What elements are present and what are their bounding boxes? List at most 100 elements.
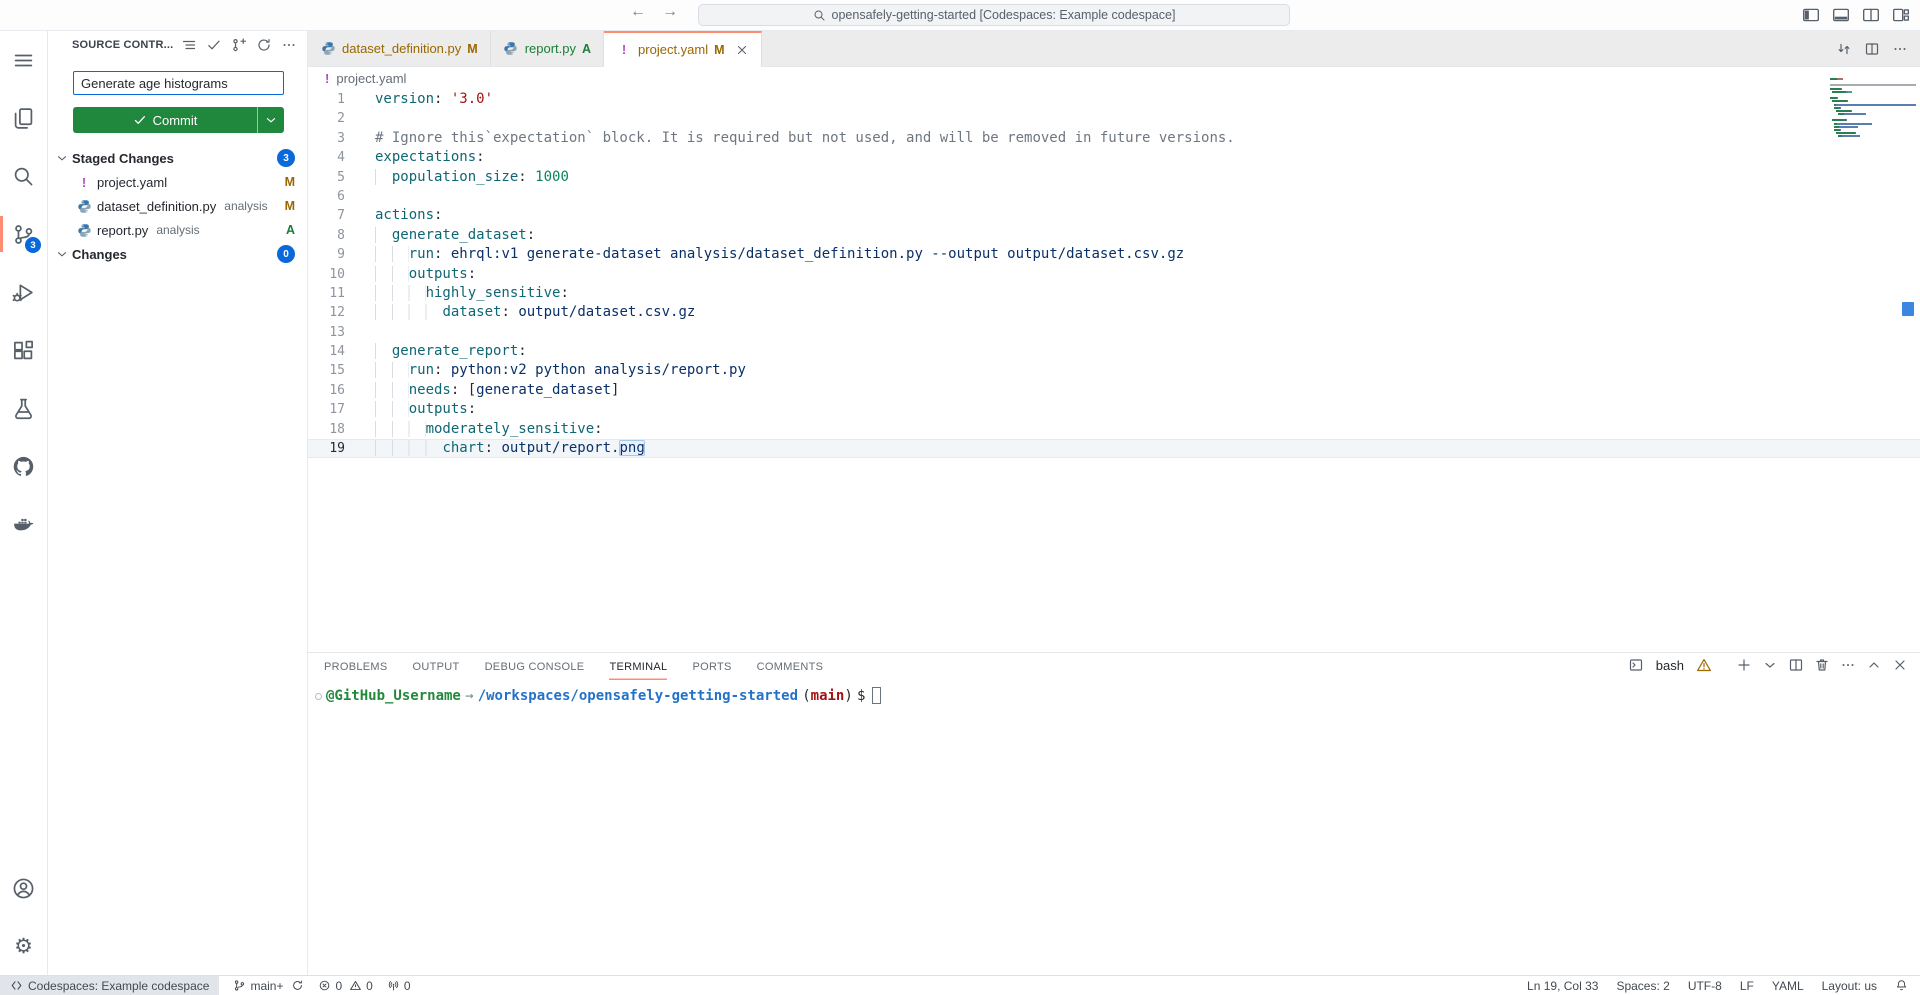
indentation[interactable]: Spaces: 2 bbox=[1616, 979, 1669, 993]
panel-tab-terminal[interactable]: TERMINAL bbox=[609, 653, 667, 680]
chevron-down-icon bbox=[264, 113, 278, 127]
encoding[interactable]: UTF-8 bbox=[1688, 979, 1722, 993]
terminal-path: /workspaces/opensafely-getting-started bbox=[478, 688, 798, 704]
close-panel-button[interactable] bbox=[1892, 657, 1908, 673]
error-count: 0 bbox=[335, 979, 342, 993]
activity-item-menu[interactable] bbox=[0, 31, 47, 89]
check-icon bbox=[133, 113, 147, 127]
editor-tab-report.py[interactable]: report.py A bbox=[491, 31, 604, 66]
git-status-letter: M bbox=[714, 43, 724, 57]
more-actions-icon bbox=[1840, 657, 1856, 673]
notifications-bell[interactable] bbox=[1895, 979, 1908, 992]
problems-status-item[interactable]: 0 0 bbox=[318, 979, 372, 993]
more-actions-button[interactable] bbox=[281, 37, 297, 53]
commit-button[interactable]: Commit bbox=[73, 107, 284, 133]
remote-indicator[interactable]: Codespaces: Example codespace bbox=[0, 976, 219, 995]
command-center-search[interactable]: opensafely-getting-started [Codespaces: … bbox=[698, 4, 1290, 26]
commit-message-input[interactable] bbox=[73, 71, 284, 95]
close-tab-button[interactable] bbox=[735, 43, 749, 57]
terminal[interactable]: @GitHub_Username→/workspaces/opensafely-… bbox=[308, 680, 1920, 704]
explorer-icon bbox=[12, 107, 35, 130]
commit-dropdown-button[interactable] bbox=[257, 107, 284, 133]
section-staged-changes[interactable]: Staged Changes 3 bbox=[48, 146, 307, 170]
maximize-panel-button[interactable] bbox=[1866, 657, 1882, 673]
cursor-position[interactable]: Ln 19, Col 33 bbox=[1527, 979, 1598, 993]
code-line-15: 15 run: python:v2 python analysis/report… bbox=[308, 361, 1920, 380]
close-panel-icon bbox=[1892, 657, 1908, 673]
menu-icon bbox=[12, 49, 35, 72]
create-branch-button[interactable] bbox=[231, 37, 247, 53]
activity-item-settings[interactable]: ⚙ bbox=[0, 917, 47, 975]
shell-label[interactable]: bash bbox=[1656, 658, 1684, 673]
more-actions-button[interactable] bbox=[1892, 41, 1908, 57]
line-number: 18 bbox=[308, 420, 375, 439]
changed-file-row[interactable]: report.py analysis A bbox=[48, 218, 307, 242]
panel-tab-debug-console[interactable]: DEBUG CONSOLE bbox=[485, 653, 585, 680]
toggle-secondary-sidebar-button[interactable] bbox=[1862, 6, 1880, 24]
editor-tab-project.yaml[interactable]: ! project.yaml M bbox=[604, 31, 762, 66]
code-line-10: 10 outputs: bbox=[308, 265, 1920, 284]
refresh-button[interactable] bbox=[256, 37, 272, 53]
docker-icon bbox=[12, 513, 35, 536]
keyboard-layout[interactable]: Layout: us bbox=[1822, 979, 1877, 993]
activity-item-testing[interactable] bbox=[0, 379, 47, 437]
split-editor-button[interactable] bbox=[1864, 41, 1880, 57]
activity-item-extensions[interactable] bbox=[0, 321, 47, 379]
minimap[interactable] bbox=[1830, 78, 1916, 139]
panel-tab-output[interactable]: OUTPUT bbox=[413, 653, 460, 680]
breadcrumb[interactable]: ! project.yaml bbox=[308, 67, 1920, 90]
shell-warning-icon[interactable] bbox=[1696, 657, 1712, 673]
warning-icon bbox=[349, 979, 362, 992]
code-line-18: 18 moderately_sensitive: bbox=[308, 420, 1920, 439]
toggle-panel-button[interactable] bbox=[1832, 6, 1850, 24]
code-line-6: 6 bbox=[308, 187, 1920, 206]
python-file-icon bbox=[321, 41, 336, 56]
commit-button[interactable] bbox=[206, 37, 222, 53]
kill-terminal-button[interactable] bbox=[1814, 657, 1830, 673]
code-line-17: 17 outputs: bbox=[308, 400, 1920, 419]
toggle-primary-sidebar-icon bbox=[1802, 6, 1820, 24]
panel-tab-ports[interactable]: PORTS bbox=[692, 653, 731, 680]
line-number: 3 bbox=[308, 129, 375, 148]
branch-status-item[interactable]: main+ bbox=[233, 979, 304, 993]
more-actions-button[interactable] bbox=[1840, 657, 1856, 673]
split-terminal-button[interactable] bbox=[1788, 657, 1804, 673]
activity-item-run-debug[interactable] bbox=[0, 263, 47, 321]
panel-tab-problems[interactable]: PROBLEMS bbox=[324, 653, 388, 680]
activity-item-explorer[interactable] bbox=[0, 89, 47, 147]
panel-tab-comments[interactable]: COMMENTS bbox=[757, 653, 824, 680]
new-terminal-button[interactable] bbox=[1736, 657, 1752, 673]
line-number: 10 bbox=[308, 265, 375, 284]
launch-profile-button[interactable] bbox=[1762, 657, 1778, 673]
activity-item-search[interactable] bbox=[0, 147, 47, 205]
activity-item-docker[interactable] bbox=[0, 495, 47, 553]
code-line-12: 12 dataset: output/dataset.csv.gz bbox=[308, 303, 1920, 322]
line-number: 14 bbox=[308, 342, 375, 361]
changed-file-row[interactable]: dataset_definition.py analysis M bbox=[48, 194, 307, 218]
activity-item-source-control[interactable]: 3 bbox=[0, 205, 47, 263]
language-mode[interactable]: YAML bbox=[1772, 979, 1804, 993]
commit-icon bbox=[206, 37, 222, 53]
close-icon bbox=[735, 43, 749, 57]
editor-tab-dataset_definition.py[interactable]: dataset_definition.py M bbox=[308, 31, 491, 66]
split-terminal-icon bbox=[1788, 657, 1804, 673]
forward-arrow-icon[interactable]: → bbox=[662, 3, 678, 21]
sidebar-title: SOURCE CONTR... bbox=[72, 39, 181, 51]
activity-item-github[interactable] bbox=[0, 437, 47, 495]
overview-ruler-marker bbox=[1902, 302, 1914, 316]
search-icon bbox=[12, 165, 35, 188]
back-arrow-icon[interactable]: ← bbox=[630, 3, 646, 21]
line-number: 8 bbox=[308, 226, 375, 245]
activity-item-account[interactable] bbox=[0, 859, 47, 917]
toggle-primary-sidebar-button[interactable] bbox=[1802, 6, 1820, 24]
section-changes[interactable]: Changes 0 bbox=[48, 242, 307, 266]
code-editor[interactable]: 1 version: '3.0' 2 3 # Ignore this`expec… bbox=[308, 90, 1920, 652]
source-control-sidebar: SOURCE CONTR... Commit Staged Changes 3 … bbox=[48, 31, 308, 975]
ports-status-item[interactable]: 0 bbox=[387, 979, 411, 993]
editor-tab-bar: dataset_definition.py M report.py A ! pr… bbox=[308, 31, 1920, 67]
view-and-sort-button[interactable] bbox=[181, 37, 197, 53]
open-changes-button[interactable] bbox=[1836, 41, 1852, 57]
customize-layout-button[interactable] bbox=[1892, 6, 1910, 24]
eol-sequence[interactable]: LF bbox=[1740, 979, 1754, 993]
changed-file-row[interactable]: ! project.yaml M bbox=[48, 170, 307, 194]
